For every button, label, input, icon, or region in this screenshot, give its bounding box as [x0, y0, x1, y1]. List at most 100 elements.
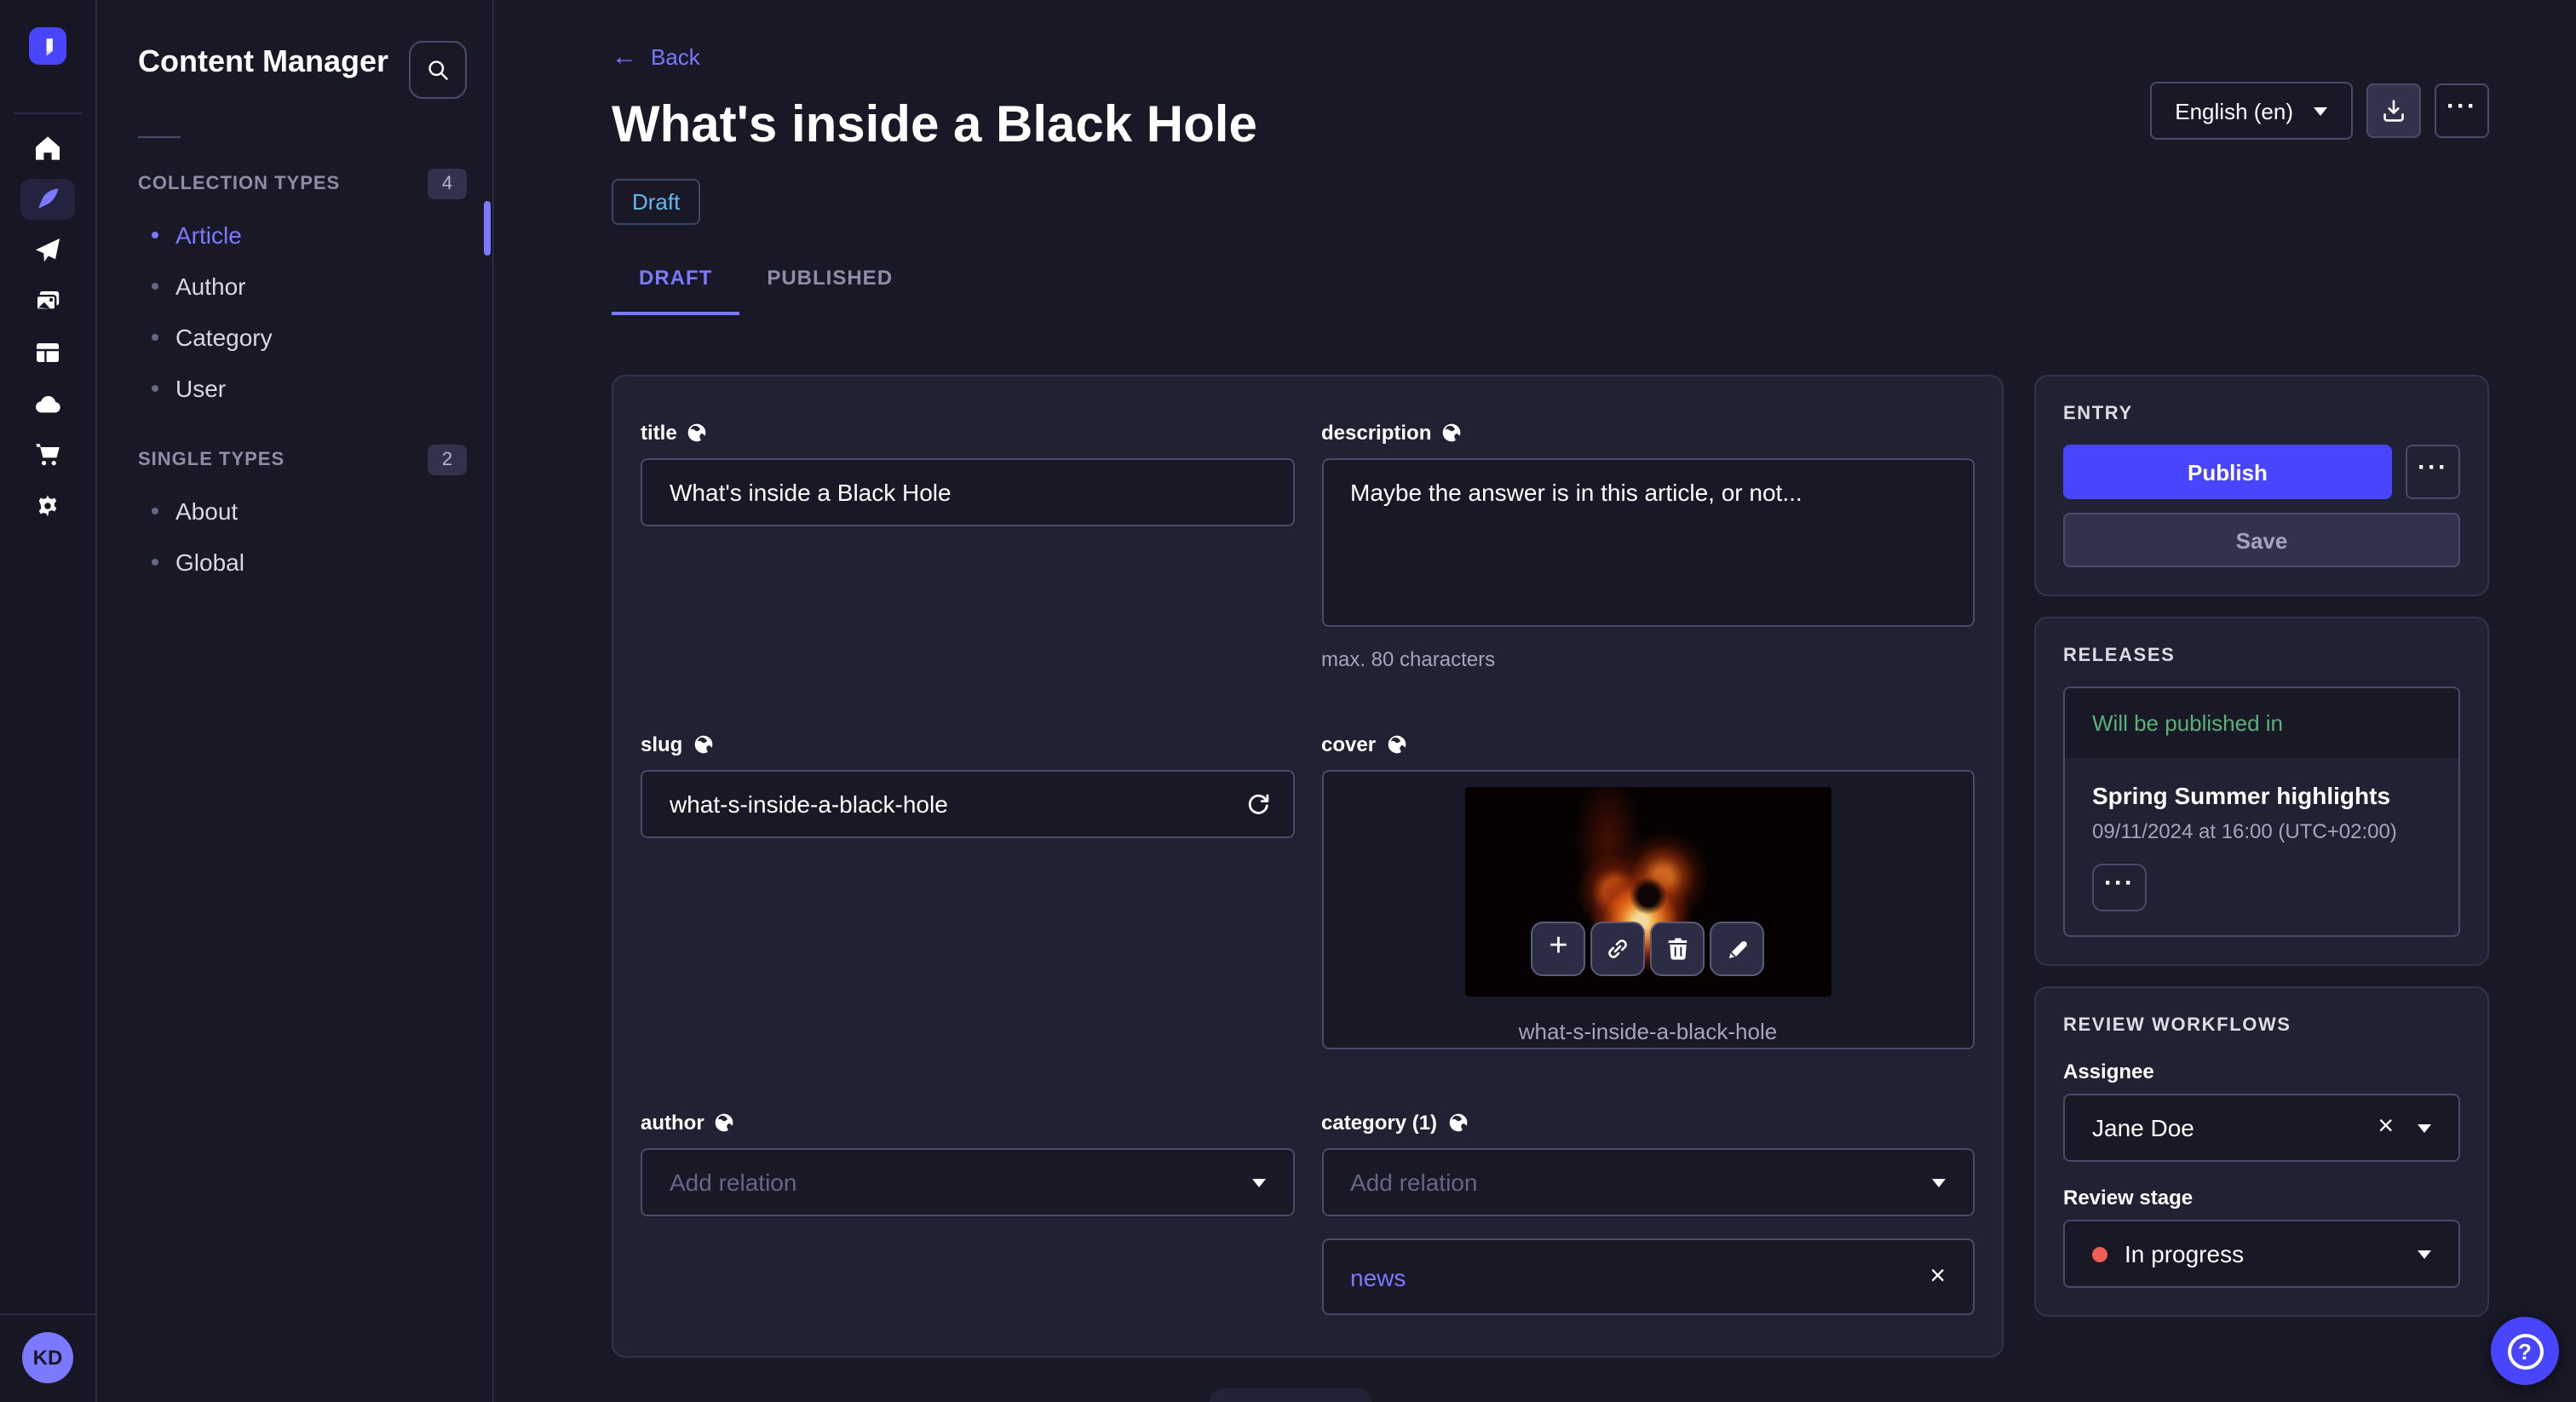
- sidebar-item-article[interactable]: Article: [138, 210, 467, 261]
- back-label: Back: [651, 44, 700, 70]
- author-relation-select[interactable]: Add relation: [641, 1148, 1294, 1216]
- question-mark-icon: ?: [2507, 1333, 2543, 1369]
- title-input[interactable]: [641, 458, 1294, 526]
- avatar[interactable]: KD: [22, 1332, 73, 1383]
- bullet-icon: [152, 334, 158, 341]
- media-library-icon[interactable]: [20, 281, 75, 322]
- feather-icon[interactable]: [20, 179, 75, 220]
- assignee-label: Assignee: [2063, 1060, 2154, 1083]
- chevron-down-icon: [2418, 1123, 2431, 1132]
- gear-icon[interactable]: [20, 486, 75, 526]
- main-content: ← Back What's inside a Black Hole Draft …: [494, 0, 2576, 1402]
- globe-icon: [716, 1113, 734, 1132]
- save-button[interactable]: Save: [2063, 513, 2460, 567]
- sidebar-item-global[interactable]: Global: [138, 537, 467, 588]
- rail-divider: [14, 112, 82, 114]
- section-collection-types: COLLECTION TYPES 4 Article Author Catego…: [138, 169, 467, 414]
- field-label-text: title: [641, 421, 677, 445]
- copy-link-button[interactable]: [1590, 922, 1646, 976]
- select-placeholder: Add relation: [1350, 1169, 1478, 1196]
- home-icon[interactable]: [20, 128, 75, 169]
- cloud-icon[interactable]: [20, 383, 75, 424]
- strapi-logo[interactable]: [29, 27, 66, 65]
- layout-icon[interactable]: [20, 332, 75, 373]
- sidebar-item-label: Article: [175, 221, 242, 249]
- cover-filename: what-s-inside-a-black-hole: [1518, 1019, 1778, 1044]
- section-label: COLLECTION TYPES: [138, 174, 341, 194]
- sidebar-item-label: Author: [175, 273, 246, 300]
- chevron-down-icon: [1251, 1178, 1265, 1187]
- cover-actions: +: [1531, 922, 1765, 976]
- sidebar-item-label: About: [175, 497, 239, 525]
- field-label-text: description: [1321, 421, 1432, 445]
- relation-link[interactable]: news: [1350, 1263, 1406, 1290]
- download-button[interactable]: [2366, 83, 2421, 138]
- release-more-button[interactable]: ···: [2092, 864, 2147, 911]
- clipped-bottom-button[interactable]: [1210, 1388, 1371, 1402]
- releases-heading: RELEASES: [2063, 646, 2176, 666]
- subnav-scrollbar[interactable]: [484, 201, 491, 256]
- review-workflows-panel: REVIEW WORKFLOWS Assignee Jane Doe × Rev…: [2034, 986, 2489, 1317]
- add-asset-button[interactable]: +: [1531, 922, 1586, 976]
- chevron-down-icon: [2314, 106, 2327, 115]
- back-link[interactable]: ← Back: [612, 44, 1257, 70]
- sidebar-item-author[interactable]: Author: [138, 261, 467, 312]
- globe-icon: [1387, 735, 1406, 754]
- entry-heading: ENTRY: [2063, 404, 2133, 424]
- select-placeholder: Add relation: [670, 1169, 797, 1196]
- slug-input[interactable]: [641, 770, 1294, 838]
- bullet-icon: [152, 559, 158, 566]
- help-button[interactable]: ?: [2491, 1317, 2559, 1385]
- globe-icon: [1443, 423, 1461, 442]
- sidebar-item-user[interactable]: User: [138, 363, 467, 414]
- review-stage-select[interactable]: In progress: [2063, 1220, 2460, 1288]
- single-types-count: 2: [428, 445, 467, 475]
- assignee-value: Jane Doe: [2092, 1114, 2194, 1141]
- regenerate-slug-button[interactable]: [1241, 788, 1274, 820]
- sidebar-item-about[interactable]: About: [138, 486, 467, 537]
- paper-plane-icon[interactable]: [20, 230, 75, 271]
- delete-asset-button[interactable]: [1650, 922, 1705, 976]
- locale-value: English (en): [2175, 98, 2293, 124]
- subnav: Content Manager COLLECTION TYPES 4 Artic…: [97, 0, 494, 1402]
- field-author: author Add relation: [641, 1111, 1294, 1315]
- search-button[interactable]: [409, 41, 467, 99]
- category-relation-select[interactable]: Add relation: [1321, 1148, 1975, 1216]
- entry-more-button[interactable]: ···: [2406, 445, 2460, 499]
- field-description: description Maybe the answer is in this …: [1321, 421, 1975, 671]
- field-label-text: category (1): [1321, 1111, 1438, 1135]
- sidebar-item-label: Category: [175, 324, 273, 351]
- stage-status-dot: [2092, 1246, 2107, 1261]
- status-badge: Draft: [612, 179, 701, 225]
- review-heading: REVIEW WORKFLOWS: [2063, 1015, 2291, 1036]
- section-single-types: SINGLE TYPES 2 About Global: [138, 445, 467, 588]
- app-root: KD Content Manager COLLECTION TYPES 4 Ar…: [0, 0, 2576, 1402]
- assignee-select[interactable]: Jane Doe ×: [2063, 1094, 2460, 1162]
- refresh-icon: [1247, 794, 1268, 814]
- subnav-divider: [138, 136, 181, 138]
- search-icon: [428, 60, 448, 80]
- description-helper: max. 80 characters: [1321, 647, 1496, 671]
- clear-assignee-button[interactable]: ×: [2378, 1113, 2394, 1141]
- edit-asset-button[interactable]: [1710, 922, 1765, 976]
- rail-bottom: KD: [0, 1313, 95, 1402]
- version-tabs: DRAFT PUBLISHED: [612, 266, 2489, 315]
- sidebar-item-category[interactable]: Category: [138, 312, 467, 363]
- bullet-icon: [152, 385, 158, 392]
- back-arrow-icon: ←: [612, 43, 637, 72]
- description-textarea[interactable]: Maybe the answer is in this article, or …: [1321, 458, 1975, 627]
- rail-nav: [20, 128, 75, 526]
- download-icon: [2383, 100, 2404, 122]
- publish-button[interactable]: Publish: [2063, 445, 2392, 499]
- more-actions-button[interactable]: ···: [2435, 83, 2489, 138]
- locale-select[interactable]: English (en): [2149, 82, 2353, 140]
- strapi-logo-glyph: [39, 37, 52, 55]
- globe-icon: [694, 735, 712, 754]
- cart-icon[interactable]: [20, 434, 75, 475]
- remove-relation-button[interactable]: ×: [1929, 1262, 1946, 1290]
- stage-value: In progress: [2125, 1240, 2245, 1267]
- tab-draft[interactable]: DRAFT: [612, 266, 740, 315]
- tab-published[interactable]: PUBLISHED: [739, 266, 920, 315]
- edit-form-card: title description: [612, 375, 2004, 1358]
- field-slug: slug: [641, 733, 1294, 1049]
